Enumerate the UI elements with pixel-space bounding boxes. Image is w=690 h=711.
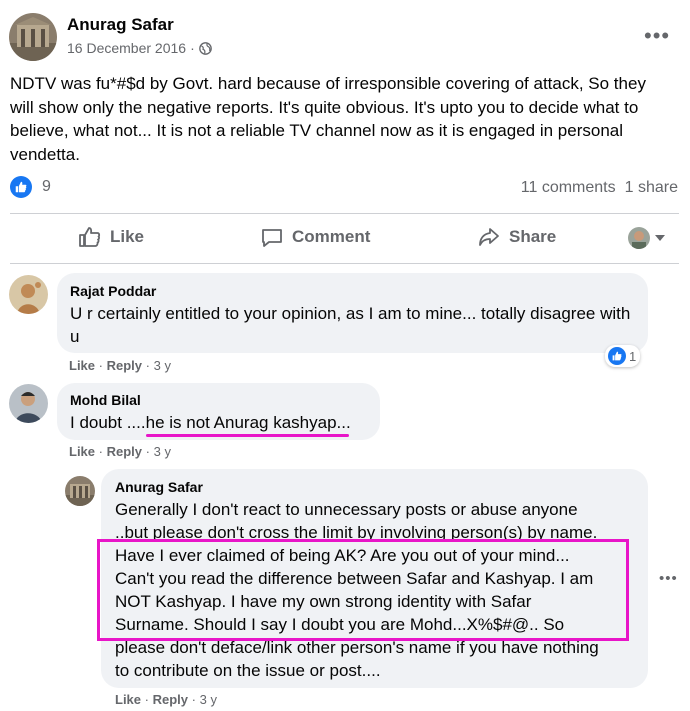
comment-actions: Like · Reply · 3 y xyxy=(69,444,171,459)
comment-reply-link[interactable]: Reply xyxy=(107,358,142,373)
comment-actions: Like · Reply · 3 y xyxy=(69,358,171,373)
post-date[interactable]: 16 December 2016 xyxy=(67,40,186,56)
highlight-box xyxy=(97,539,629,641)
divider-bottom xyxy=(10,263,679,264)
like-reaction-icon xyxy=(10,176,32,198)
comment-like-link[interactable]: Like xyxy=(69,358,95,373)
reply-more-options-icon[interactable]: ••• xyxy=(659,571,678,586)
like-button[interactable]: Like xyxy=(78,225,144,249)
post-author-avatar[interactable] xyxy=(9,13,57,61)
comments-count[interactable]: 11 comments xyxy=(521,179,616,197)
comment-time[interactable]: 3 y xyxy=(154,358,171,373)
actions-separator: · xyxy=(98,358,103,373)
comment-author[interactable]: Rajat Poddar xyxy=(70,283,156,299)
reaction-count: 9 xyxy=(42,178,51,195)
comment-label: Comment xyxy=(292,227,371,246)
comment-text: I doubt ....he is not Anurag kashyap... xyxy=(70,411,351,434)
actions-separator: · xyxy=(144,692,149,707)
actions-separator: · xyxy=(145,444,150,459)
thumbs-up-icon xyxy=(78,225,102,249)
audience-selector[interactable] xyxy=(628,227,665,249)
comment-text-start: I doubt .... xyxy=(70,413,146,432)
comment-reaction-count: 1 xyxy=(629,348,637,364)
like-reaction-icon xyxy=(608,347,626,365)
reply-avatar[interactable] xyxy=(65,476,95,506)
actions-separator: · xyxy=(191,692,196,707)
viewer-avatar xyxy=(628,227,650,249)
reactions-summary[interactable]: 9 xyxy=(10,176,51,198)
actions-separator: · xyxy=(98,444,103,459)
divider-top xyxy=(10,213,679,214)
chevron-down-icon xyxy=(655,234,665,242)
more-options-icon[interactable]: ••• xyxy=(644,25,670,47)
comment-reply-link[interactable]: Reply xyxy=(107,444,142,459)
engagement-counts: 11 comments 1 share xyxy=(521,179,678,197)
comment-author[interactable]: Mohd Bilal xyxy=(70,392,141,408)
post-meta: 16 December 2016 · xyxy=(67,40,212,56)
post-text: NDTV was fu*#$d by Govt. hard because of… xyxy=(10,74,646,164)
highlighted-text: he is not Anurag kashyap... xyxy=(145,413,351,432)
comment-button[interactable]: Comment xyxy=(260,225,370,249)
like-label: Like xyxy=(110,227,145,246)
reply-reply-link[interactable]: Reply xyxy=(153,692,188,707)
reply-actions: Like · Reply · 3 y xyxy=(115,692,217,707)
meta-separator: · xyxy=(190,40,195,56)
reply-author[interactable]: Anurag Safar xyxy=(115,479,203,495)
share-label: Share xyxy=(509,227,557,246)
comment-icon xyxy=(260,225,284,249)
actions-separator: · xyxy=(145,358,150,373)
comment-bubble: Mohd Bilal I doubt ....he is not Anurag … xyxy=(57,383,380,440)
comment-avatar[interactable] xyxy=(9,275,48,314)
reply-line: Generally I don't react to unnecessary p… xyxy=(115,500,578,519)
globe-icon xyxy=(198,41,212,55)
reply-line: to contribute on the issue or post.... xyxy=(115,661,381,680)
comment-avatar[interactable] xyxy=(9,384,48,423)
comment-like-link[interactable]: Like xyxy=(69,444,95,459)
reply-like-link[interactable]: Like xyxy=(115,692,141,707)
share-button[interactable]: Share xyxy=(477,225,556,249)
post-author-name[interactable]: Anurag Safar xyxy=(67,15,174,35)
comment-time[interactable]: 3 y xyxy=(154,444,171,459)
comment-reactions[interactable]: 1 xyxy=(605,345,641,367)
reply-time[interactable]: 3 y xyxy=(200,692,217,707)
share-icon xyxy=(477,225,501,249)
highlight-underline xyxy=(146,434,349,437)
comment-text: U r certainly entitled to your opinion, … xyxy=(70,304,631,346)
shares-count[interactable]: 1 share xyxy=(625,179,678,197)
comment-bubble: Rajat Poddar U r certainly entitled to y… xyxy=(57,273,648,353)
